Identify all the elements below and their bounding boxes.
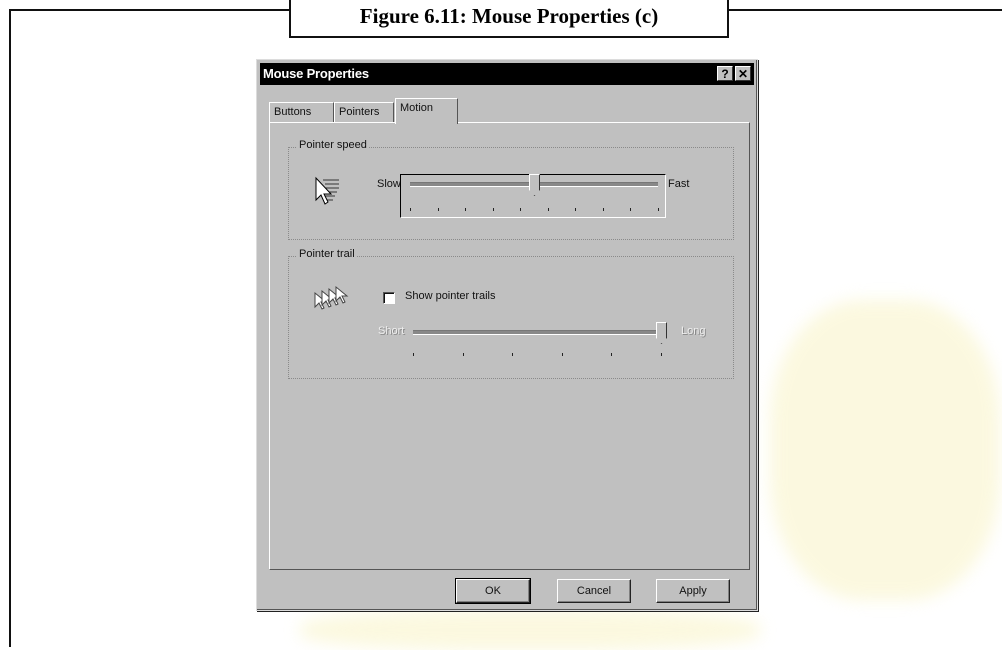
page-frame-left xyxy=(9,9,11,647)
slider-tick xyxy=(465,208,467,211)
slider-tick xyxy=(561,353,563,356)
ok-button[interactable]: OK xyxy=(455,578,531,604)
slider-tick xyxy=(661,353,662,356)
page-frame-top xyxy=(9,9,291,11)
figure-caption: Figure 6.11: Mouse Properties (c) xyxy=(289,0,729,38)
show-pointer-trails-checkbox[interactable] xyxy=(383,292,395,304)
slider-tick xyxy=(630,208,632,211)
tab-pointers[interactable]: Pointers xyxy=(334,102,394,122)
apply-button[interactable]: Apply xyxy=(656,579,730,603)
pointer-trail-label: Pointer trail xyxy=(297,248,357,260)
close-button[interactable]: ✕ xyxy=(735,66,751,81)
slider-tick xyxy=(611,353,613,356)
slider-tick xyxy=(520,208,522,211)
pointer-trail-icon xyxy=(314,285,349,310)
slider-tick xyxy=(413,353,414,356)
slow-label: Slow xyxy=(377,178,401,190)
pointer-trail-group: Pointer trail Show pointer trails Short … xyxy=(288,248,734,379)
mouse-properties-dialog: Mouse Properties ? ✕ Buttons Pointers Mo… xyxy=(256,59,758,611)
dialog-title: Mouse Properties xyxy=(263,66,369,81)
motion-tab-panel: Pointer speed Slow Fast Pointer trail Sh… xyxy=(269,122,750,570)
slider-tick xyxy=(462,353,464,356)
page-frame-top xyxy=(727,9,1002,11)
slider-tick xyxy=(547,208,549,211)
slider-tick xyxy=(410,208,411,211)
trail-slider-track[interactable] xyxy=(413,330,661,335)
long-label: Long xyxy=(681,325,706,337)
pointer-speed-label: Pointer speed xyxy=(297,139,369,151)
slider-tick xyxy=(437,208,439,211)
watermark xyxy=(300,610,760,650)
slider-tick xyxy=(575,208,577,211)
tab-motion[interactable]: Motion xyxy=(395,98,458,124)
pointer-speed-icon xyxy=(315,176,339,205)
tab-buttons[interactable]: Buttons xyxy=(269,102,334,122)
slider-tick xyxy=(602,208,604,211)
watermark xyxy=(770,300,1000,600)
short-label: Short xyxy=(378,325,405,337)
cancel-button[interactable]: Cancel xyxy=(557,579,631,603)
help-button[interactable]: ? xyxy=(717,66,733,81)
fast-label: Fast xyxy=(668,178,690,190)
slider-tick xyxy=(658,208,659,211)
slider-tick xyxy=(512,353,514,356)
show-pointer-trails-label[interactable]: Show pointer trails xyxy=(405,290,496,302)
slider-tick xyxy=(492,208,494,211)
title-bar[interactable]: Mouse Properties ? ✕ xyxy=(260,63,754,85)
trail-slider-thumb[interactable] xyxy=(656,322,667,344)
pointer-speed-group: Pointer speed Slow Fast xyxy=(288,139,734,240)
